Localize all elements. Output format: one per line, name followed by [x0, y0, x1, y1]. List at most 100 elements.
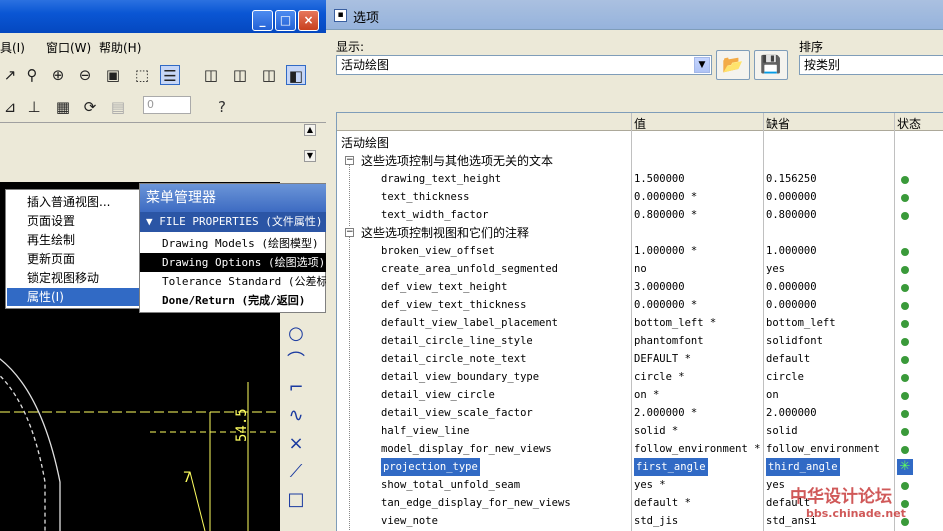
group-text-options[interactable]: − 这些选项控制与其他选项无关的文本 — [337, 152, 627, 170]
menu-manager: 菜单管理器 ▼ FILE PROPERTIES (文件属性) Drawing M… — [139, 183, 326, 313]
menu-tools[interactable]: 具(I) — [0, 39, 25, 56]
col-value[interactable]: 值 — [634, 115, 646, 132]
option-row[interactable]: detail_view_scale_factor 2.000000 * 2.0000… — [337, 404, 943, 422]
hidden-line-icon[interactable]: ◫ — [230, 65, 250, 85]
rectangle-icon[interactable]: □ — [284, 488, 308, 512]
menu-help[interactable]: 帮助(H) — [99, 39, 141, 56]
layers-icon[interactable]: ☰ — [160, 65, 180, 85]
point-icon[interactable]: × — [284, 432, 308, 456]
no-hidden-icon[interactable]: ◫ — [259, 65, 279, 85]
zoom-in-icon[interactable]: ⊕ — [48, 65, 68, 85]
option-row[interactable]: detail_circle_line_style phantomfont solid… — [337, 332, 943, 350]
minimize-button[interactable]: _ — [252, 10, 273, 31]
col-default[interactable]: 缺省 — [766, 115, 790, 132]
option-row[interactable]: default_view_label_placement bottom_left … — [337, 314, 943, 332]
arrow-icon[interactable]: ↗ — [0, 65, 20, 85]
dialog-icon: ▪ — [334, 9, 347, 22]
regenerate-icon[interactable]: ⟳ — [80, 97, 100, 117]
option-value: no — [634, 263, 647, 275]
arc-icon[interactable]: ⌒ — [284, 350, 308, 374]
mm-tolerance-standard[interactable]: Tolerance Standard (公差标准) — [140, 272, 326, 291]
shading-icon[interactable]: ◧ — [286, 65, 306, 85]
tree-root[interactable]: 活动绘图 — [337, 134, 627, 152]
zoom-out-icon[interactable]: ⊖ — [75, 65, 95, 85]
refit-icon[interactable]: ▣ — [103, 65, 123, 85]
zoom-window-icon[interactable]: ⚲ — [22, 65, 42, 85]
repaint-icon[interactable]: ⬚ — [132, 65, 152, 85]
changed-status-icon: ✳ — [897, 459, 913, 475]
ctx-lock-view[interactable]: 锁定视图移动 — [7, 269, 140, 287]
option-row[interactable]: broken_view_offset 1.000000 * 1.000000 — [337, 242, 943, 260]
option-name: detail_circle_line_style — [381, 335, 533, 347]
scroll-down-icon[interactable]: ▼ — [304, 150, 316, 162]
datum-icon[interactable]: ⊿ — [0, 97, 20, 117]
context-help-icon[interactable]: ? — [212, 97, 232, 117]
collapse-icon[interactable]: − — [345, 228, 354, 237]
message-area — [0, 122, 326, 182]
show-value: 活动绘图 — [341, 58, 390, 72]
collapse-icon[interactable]: − — [345, 156, 354, 165]
sort-dropdown[interactable]: 按类别 — [799, 55, 943, 75]
option-row[interactable]: def_view_text_thickness 0.000000 * 0.00000… — [337, 296, 943, 314]
spline-icon[interactable]: ∿ — [284, 404, 308, 428]
option-default: third_angle — [766, 458, 840, 476]
wireframe-icon[interactable]: ◫ — [201, 65, 221, 85]
save-icon: 💾 — [760, 55, 782, 75]
axis-icon[interactable]: ⊥ — [24, 97, 44, 117]
mm-done-return[interactable]: Done/Return (完成/返回) — [140, 291, 326, 310]
option-row[interactable]: detail_view_boundary_type circle * circle — [337, 368, 943, 386]
mm-drawing-options[interactable]: Drawing Options (绘图选项) — [140, 253, 326, 272]
fillet-icon[interactable]: ⌐ — [284, 376, 308, 400]
group-view-options[interactable]: − 这些选项控制视图和它们的注释 — [337, 224, 627, 242]
option-name: show_total_unfold_seam — [381, 479, 521, 491]
option-row[interactable]: create_area_unfold_segmented no yes — [337, 260, 943, 278]
dialog-title: 选项 — [353, 11, 380, 26]
close-button[interactable]: × — [298, 10, 319, 31]
option-row[interactable]: drawing_text_height 1.500000 0.156250 — [337, 170, 943, 188]
circle-icon[interactable]: ○ — [284, 322, 308, 346]
option-row[interactable]: text_thickness 0.000000 * 0.000000 — [337, 188, 943, 206]
option-name: detail_view_circle — [381, 389, 495, 401]
grid-icon[interactable]: ▤ — [108, 97, 128, 117]
save-config-button[interactable]: 💾 — [754, 50, 788, 80]
option-row[interactable]: def_view_text_height 3.000000 0.000000 — [337, 278, 943, 296]
sort-value: 按类别 — [804, 58, 841, 72]
file-properties-header[interactable]: ▼ FILE PROPERTIES (文件属性) — [140, 212, 326, 232]
option-row[interactable]: detail_circle_note_text DEFAULT * default — [337, 350, 943, 368]
scroll-up-icon[interactable]: ▲ — [304, 124, 316, 136]
message-scroll[interactable]: ▲ ▼ — [304, 124, 318, 180]
option-default: default — [766, 353, 811, 365]
ctx-update-page[interactable]: 更新页面 — [7, 250, 140, 268]
status-dot-icon — [901, 320, 909, 328]
option-row[interactable]: projection_type first_angle third_angle ✳ — [337, 458, 943, 476]
option-row[interactable]: model_display_for_new_views follow_enviro… — [337, 440, 943, 458]
ctx-insert-view[interactable]: 插入普通视图... — [7, 193, 140, 211]
table-icon[interactable]: ▦ — [53, 97, 73, 117]
chevron-down-icon[interactable]: ▼ — [694, 57, 710, 73]
menu-window[interactable]: 窗口(W) — [46, 39, 91, 56]
col-status[interactable]: 状态 — [897, 115, 921, 132]
option-value: bottom_left * — [634, 317, 717, 329]
option-default: on — [766, 389, 779, 401]
sort-label: 排序 — [799, 40, 824, 54]
sheet-number-input[interactable]: 0 — [143, 96, 191, 114]
option-row[interactable]: detail_view_circle on * on — [337, 386, 943, 404]
mm-drawing-models[interactable]: Drawing Models (绘图模型) — [140, 234, 326, 253]
status-dot-icon — [901, 266, 909, 274]
maximize-button[interactable]: □ — [275, 10, 296, 31]
status-dot-icon — [901, 176, 909, 184]
option-value: 1.500000 — [634, 173, 685, 185]
open-config-button[interactable]: 📂 — [716, 50, 750, 80]
ctx-properties[interactable]: 属性(I) — [7, 288, 140, 306]
ctx-repaint[interactable]: 再生绘制 — [7, 231, 140, 249]
option-row[interactable]: text_width_factor 0.800000 * 0.800000 — [337, 206, 943, 224]
ctx-page-setup[interactable]: 页面设置 — [7, 212, 140, 230]
dimension-text: 54.5 — [234, 408, 250, 442]
option-default: solid — [766, 425, 798, 437]
option-default: 1.000000 — [766, 245, 817, 257]
option-row[interactable]: half_view_line solid * solid — [337, 422, 943, 440]
chamfer-icon[interactable]: ⟋ — [284, 460, 308, 484]
option-value: solid * — [634, 425, 679, 437]
status-dot-icon — [901, 410, 909, 418]
show-dropdown[interactable]: 活动绘图 ▼ — [336, 55, 712, 75]
